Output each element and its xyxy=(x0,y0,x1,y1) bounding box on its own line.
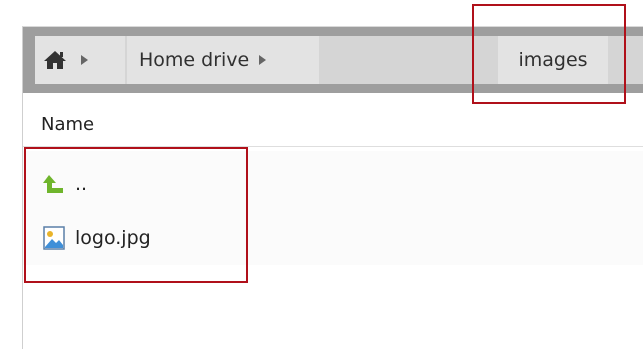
column-header-name[interactable]: Name xyxy=(23,103,643,147)
annotation-box-files xyxy=(24,147,248,283)
breadcrumb-label: Home drive xyxy=(139,49,250,71)
breadcrumb-item-home-drive[interactable]: Home drive xyxy=(127,36,319,84)
column-header-label: Name xyxy=(41,114,95,135)
breadcrumb-home[interactable] xyxy=(35,36,125,84)
home-icon xyxy=(44,51,66,69)
annotation-box-images xyxy=(472,4,626,104)
chevron-right-icon xyxy=(81,55,88,65)
chevron-right-icon xyxy=(259,55,267,65)
